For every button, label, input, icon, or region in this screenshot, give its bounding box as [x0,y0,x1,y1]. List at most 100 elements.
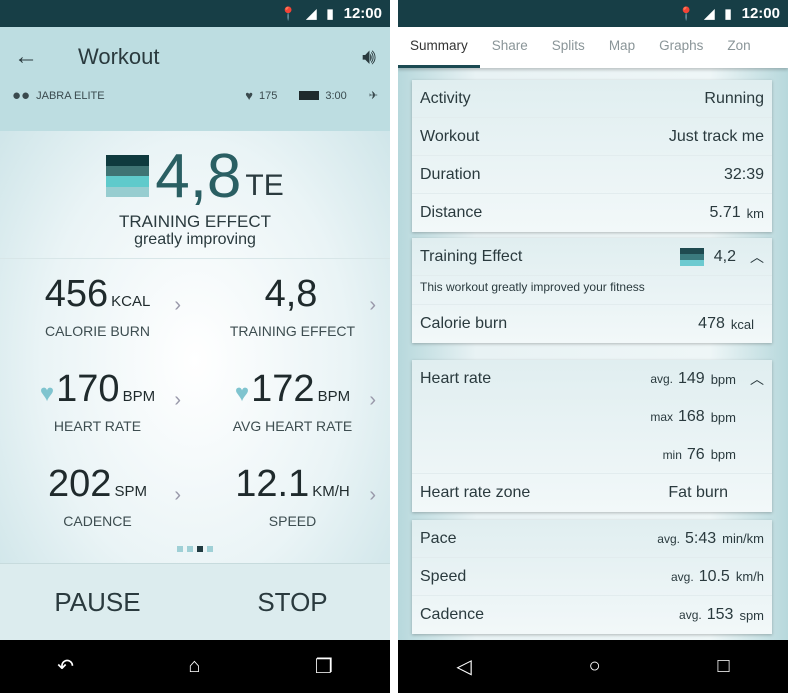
training-effect-card[interactable]: Training Effect 4,2 ︿ This workout greatly… [412,238,772,343]
signal-icon: ◢ [704,5,715,21]
row-label: Heart rate [420,370,492,387]
earbuds-icon: ●● [12,87,31,104]
row-value: 478 [698,315,725,332]
row-label: Cadence [420,606,485,623]
page-dot[interactable] [177,546,183,552]
metric-value-line: 4,8 [195,274,390,322]
metric-value-line: ♥172 BPM [195,369,390,417]
stop-button[interactable]: STOP [195,564,390,641]
metric-label: TRAINING EFFECT [229,323,356,339]
summary-row: Speed avg. 10.5 km/h [412,558,772,596]
chevron-right-icon: › [174,294,181,316]
summary-screen: 📍 ◢ ▮ 12:00 Summary Share Splits Map Graphs Z… [398,0,788,693]
clock: 12:00 [343,5,382,22]
tab-zon[interactable]: Zon [715,27,762,68]
metric-label: AVG HEART RATE [232,418,353,434]
page-dot[interactable] [197,546,203,552]
metric-calorie-burn[interactable]: 456 KCAL CALORIE BURN › [0,274,195,369]
max-label: max [650,410,673,424]
row-value: 32:39 [723,165,764,183]
metric-avg-heart-rate[interactable]: ♥172 BPM AVG HEART RATE › [195,369,390,464]
location-icon: 📍 [280,5,297,21]
tab-graphs[interactable]: Graphs [647,27,715,68]
home-icon[interactable]: ⌂ [188,655,200,678]
recents-icon[interactable]: □ [717,655,729,678]
metric-unit: KM/H [312,483,350,500]
location-icon: 📍 [678,5,695,21]
row-value: 4,2 [713,247,736,265]
training-effect-sub: greatly improving [134,231,256,248]
back-arrow-icon[interactable]: ← [14,43,64,71]
bar-segment [106,176,150,187]
row-value: 5:43 [684,529,717,547]
speaker-icon[interactable]: 🔊︎ [362,44,376,70]
metric-unit: SPM [114,483,147,500]
metrics-grid: 456 KCAL CALORIE BURN › 4,8 TRAINING EFFECT › ♥… [0,258,390,529]
tab-splits[interactable]: Splits [540,27,597,68]
status-bar: 📍 ◢ ▮ 12:00 [398,0,788,27]
metric-unit: BPM [122,388,156,405]
tab-map[interactable]: Map [597,27,647,68]
metric-label: CALORIE BURN [44,323,151,339]
training-effect-unit: TE [245,169,284,202]
training-effect-label: TRAINING EFFECT [118,212,272,231]
metric-value: 170 [56,368,120,410]
row-value: Fat burn [668,484,728,501]
training-effect-bars-icon [679,247,704,266]
row-unit: bpm [710,409,736,425]
training-effect-bars-icon [106,155,150,197]
chevron-right-icon: › [369,389,376,411]
row-unit: kcal [730,316,754,332]
tab-share[interactable]: Share [480,27,540,68]
recents-icon[interactable]: ❐ [315,654,333,679]
summary-row: Pace avg. 5:43 min/km [412,520,772,558]
metric-training-effect[interactable]: 4,8 TRAINING EFFECT › [195,274,390,369]
avg-label: avg. [650,372,673,386]
metric-unit: KCAL [111,293,151,310]
header: ← Workout 🔊︎ ●● JABRA ELITE ♥ 175 3:00 ✈ [0,27,390,131]
row-unit: bpm [710,447,736,462]
home-icon[interactable]: ○ [589,655,601,678]
row-label: Training Effect [420,247,523,265]
summary-row: Distance 5.71 km [412,194,772,232]
row-label: Calorie burn [420,315,508,332]
battery-icon: ▮ [724,5,732,21]
row-value: Running [704,89,764,107]
tab-summary[interactable]: Summary [398,27,480,68]
chevron-right-icon: › [369,294,376,316]
avg-label: avg. [671,569,694,584]
metric-value-line: 456 KCAL [0,274,195,322]
bar-segment [106,165,150,176]
metric-unit: BPM [317,388,351,405]
metric-value-line: 12.1 KM/H [195,464,390,512]
back-nav-icon[interactable]: ↶ [57,654,74,679]
row-unit: min/km [722,531,764,546]
pause-button[interactable]: PAUSE [0,564,195,641]
summary-row: Workout Just track me [412,118,772,156]
min-label: min [662,447,682,462]
row-value: 10.5 [698,567,730,585]
summary-row: Cadence avg. 153 spm [412,596,772,634]
header-timer: 3:00 [325,89,347,102]
signal-icon: ◢ [306,5,317,21]
chevron-right-icon: › [174,389,181,411]
heart-rate-card[interactable]: Heart rate avg. 149 bpm ︿ max 168 bpm min 76 bpm… [412,360,772,512]
page-dot[interactable] [207,546,213,552]
chevron-up-icon[interactable]: ︿ [750,247,764,267]
metric-cadence[interactable]: 202 SPM CADENCE › [0,464,195,559]
header-heart-rate: 175 [259,89,278,102]
metric-value-line: ♥170 BPM [0,369,195,417]
battery-icon: ▮ [326,5,334,21]
metric-speed[interactable]: 12.1 KM/H SPEED › [195,464,390,559]
metric-heart-rate[interactable]: ♥170 BPM HEART RATE › [0,369,195,464]
row-label: Distance [420,204,483,221]
summary-row: Activity Running [412,80,772,118]
chevron-up-icon[interactable]: ︿ [750,369,764,389]
page-dot[interactable] [187,546,193,552]
back-nav-icon[interactable]: ◁ [456,654,471,679]
chevron-right-icon: › [174,484,181,506]
avg-label: avg. [657,531,680,546]
nav-bar: ◁ ○ □ [398,640,788,693]
metric-value: 172 [251,368,315,410]
bar-segment [106,186,150,197]
